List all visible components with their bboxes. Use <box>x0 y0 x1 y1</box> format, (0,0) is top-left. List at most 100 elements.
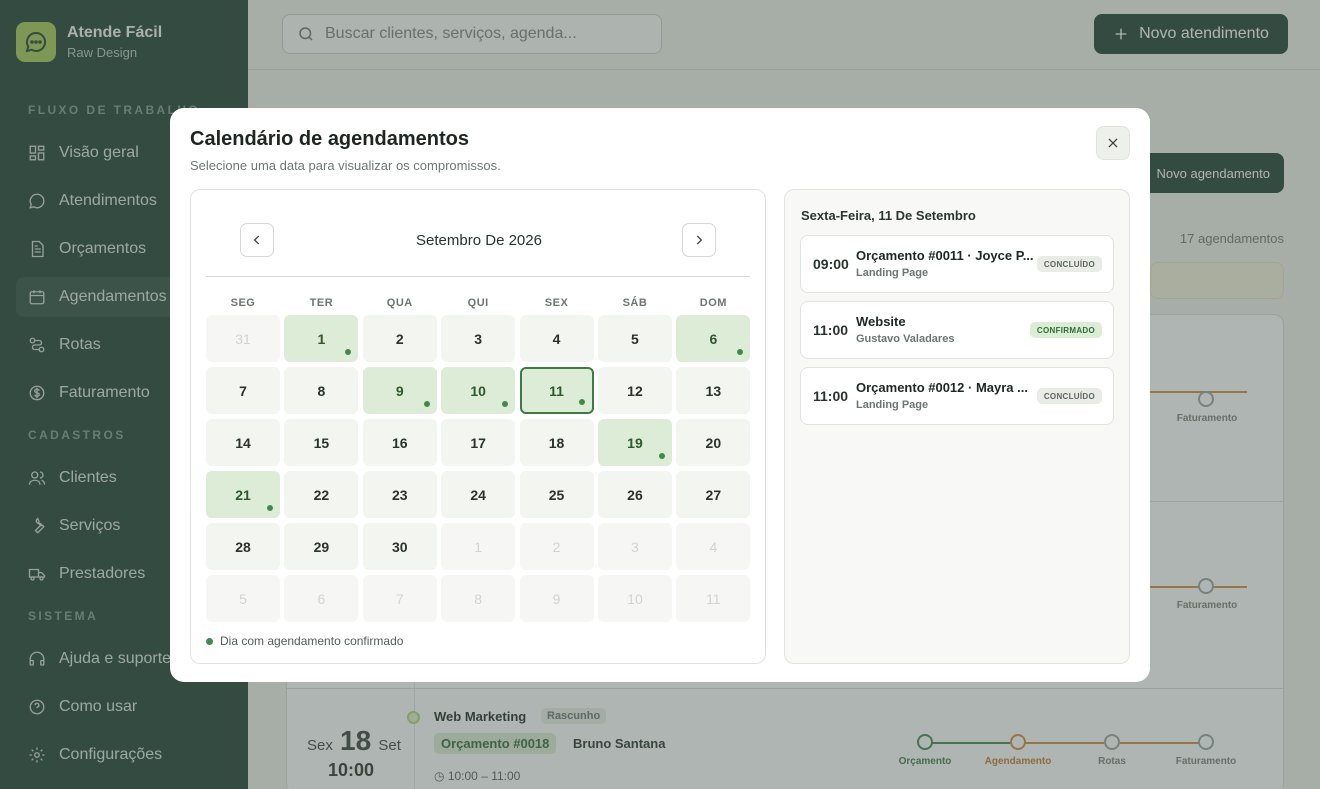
day-number: 4 <box>552 330 561 347</box>
appointment-card[interactable]: 11:00 Orçamento #0012 · Mayra ... Landing … <box>800 367 1114 425</box>
day-number: 1 <box>474 538 483 555</box>
appointment-card[interactable]: 11:00 Website Gustavo Valadares CONFIRMADO <box>800 301 1114 359</box>
chevron-right-icon <box>696 235 703 245</box>
calendar-day[interactable]: 26 <box>597 471 672 518</box>
calendar-day[interactable]: 17 <box>441 419 516 466</box>
day-number: 8 <box>474 590 483 607</box>
calendar-day[interactable]: 19 <box>597 419 672 466</box>
calendar-day[interactable]: 9 <box>362 367 437 414</box>
calendar-day[interactable]: 10 <box>441 367 516 414</box>
day-number: 7 <box>395 590 404 607</box>
day-number: 29 <box>313 538 330 555</box>
day-number: 14 <box>235 434 251 451</box>
day-number: 27 <box>705 486 722 503</box>
weekday-label: SEG <box>230 297 256 309</box>
day-number: 21 <box>235 486 251 503</box>
calendar-day: 7 <box>362 575 437 622</box>
calendar-day[interactable]: 16 <box>362 419 437 466</box>
day-number: 30 <box>391 538 408 555</box>
appointment-time: 11:00 <box>813 388 849 404</box>
appointment-subtitle: Gustavo Valadares <box>856 333 955 345</box>
calendar-day: 6 <box>284 575 359 622</box>
weekday-label: QUI <box>467 297 489 309</box>
calendar-day[interactable]: 29 <box>284 523 359 570</box>
calendar-day[interactable]: 28 <box>206 523 280 570</box>
status-badge: CONCLUÍDO <box>1036 388 1102 404</box>
calendar-day: 10 <box>597 575 672 622</box>
calendar-day[interactable]: 5 <box>597 315 672 362</box>
calendar-day[interactable]: 6 <box>676 315 751 362</box>
day-number: 11 <box>706 590 721 607</box>
selected-date-label: Sexta-Feira, 11 De Setembro <box>801 208 976 223</box>
day-number: 4 <box>709 538 718 555</box>
weekday-header: SEG TER QUA QUI SEX SÁB DOM <box>206 297 750 309</box>
day-number: 3 <box>474 330 483 347</box>
day-number: 10 <box>470 382 486 399</box>
calendar-day-selected[interactable]: 11 <box>519 367 594 414</box>
calendar-day[interactable]: 3 <box>441 315 516 362</box>
day-number: 23 <box>391 486 408 503</box>
appointment-dot <box>502 401 509 407</box>
calendar-day[interactable]: 21 <box>206 471 280 518</box>
close-icon <box>1108 138 1118 148</box>
day-number: 20 <box>705 434 722 451</box>
legend-text: Dia com agendamento confirmado <box>220 634 404 648</box>
day-number: 22 <box>313 486 330 503</box>
calendar-day[interactable]: 7 <box>206 367 280 414</box>
calendar-modal: Calendário de agendamentos Selecione uma… <box>170 108 1150 682</box>
calendar-day[interactable]: 13 <box>676 367 751 414</box>
appointment-dot <box>423 401 430 407</box>
day-number: 3 <box>631 538 639 555</box>
legend-dot <box>206 637 213 645</box>
weekday-label: QUA <box>386 297 413 309</box>
appointment-title: Orçamento #0011 · Joyce P... <box>856 248 1034 263</box>
appointments-panel: Sexta-Feira, 11 De Setembro 09:00 Orçamen… <box>784 189 1130 664</box>
calendar-day[interactable]: 20 <box>676 419 751 466</box>
close-button[interactable] <box>1096 126 1130 160</box>
day-number: 17 <box>470 434 486 451</box>
calendar-day[interactable]: 27 <box>676 471 751 518</box>
appointment-dot <box>737 349 744 355</box>
day-number: 6 <box>709 330 718 347</box>
appointment-title: Website <box>856 314 906 329</box>
calendar-day[interactable]: 12 <box>597 367 672 414</box>
calendar-day: 4 <box>676 523 751 570</box>
day-number: 18 <box>548 434 565 451</box>
weekday-label: SÁB <box>622 297 648 309</box>
day-number: 19 <box>627 434 643 451</box>
appointment-subtitle: Landing Page <box>856 399 929 411</box>
appointment-dot <box>267 505 273 511</box>
calendar-day: 11 <box>676 575 751 622</box>
appointment-dot <box>658 453 665 459</box>
calendar-day[interactable]: 23 <box>362 471 437 518</box>
day-number: 12 <box>627 382 643 399</box>
appointment-time: 11:00 <box>813 322 849 338</box>
calendar-panel: Setembro De 2026 SEG TER QUA QUI SEX SÁB DOM 3… <box>190 189 766 664</box>
appointment-dot <box>578 399 585 405</box>
day-number: 15 <box>313 434 330 451</box>
next-month-button[interactable] <box>682 223 716 257</box>
status-badge: CONFIRMADO <box>1029 322 1102 338</box>
calendar-day[interactable]: 1 <box>284 315 359 362</box>
calendar-day[interactable]: 8 <box>284 367 359 414</box>
day-number: 9 <box>552 590 561 607</box>
calendar-day[interactable]: 14 <box>206 419 280 466</box>
weekday-label: DOM <box>699 297 727 309</box>
modal-subtitle: Selecione uma data para visualizar os co… <box>190 158 501 173</box>
calendar-day[interactable]: 2 <box>362 315 437 362</box>
calendar-divider <box>206 276 750 277</box>
calendar-day[interactable]: 15 <box>284 419 359 466</box>
appointment-dot <box>345 349 352 355</box>
calendar-day[interactable]: 4 <box>519 315 594 362</box>
appointment-card[interactable]: 09:00 Orçamento #0011 · Joyce P... Landing… <box>800 235 1114 293</box>
calendar-day: 31 <box>206 315 280 362</box>
month-label: Setembro De 2026 <box>416 232 542 249</box>
calendar-day[interactable]: 25 <box>519 471 594 518</box>
day-number: 31 <box>235 330 251 347</box>
calendar-day[interactable]: 24 <box>441 471 516 518</box>
calendar-day[interactable]: 22 <box>284 471 359 518</box>
calendar-day[interactable]: 30 <box>362 523 437 570</box>
calendar-day[interactable]: 18 <box>519 419 594 466</box>
appointment-time: 09:00 <box>813 256 849 272</box>
calendar-day: 5 <box>206 575 280 622</box>
